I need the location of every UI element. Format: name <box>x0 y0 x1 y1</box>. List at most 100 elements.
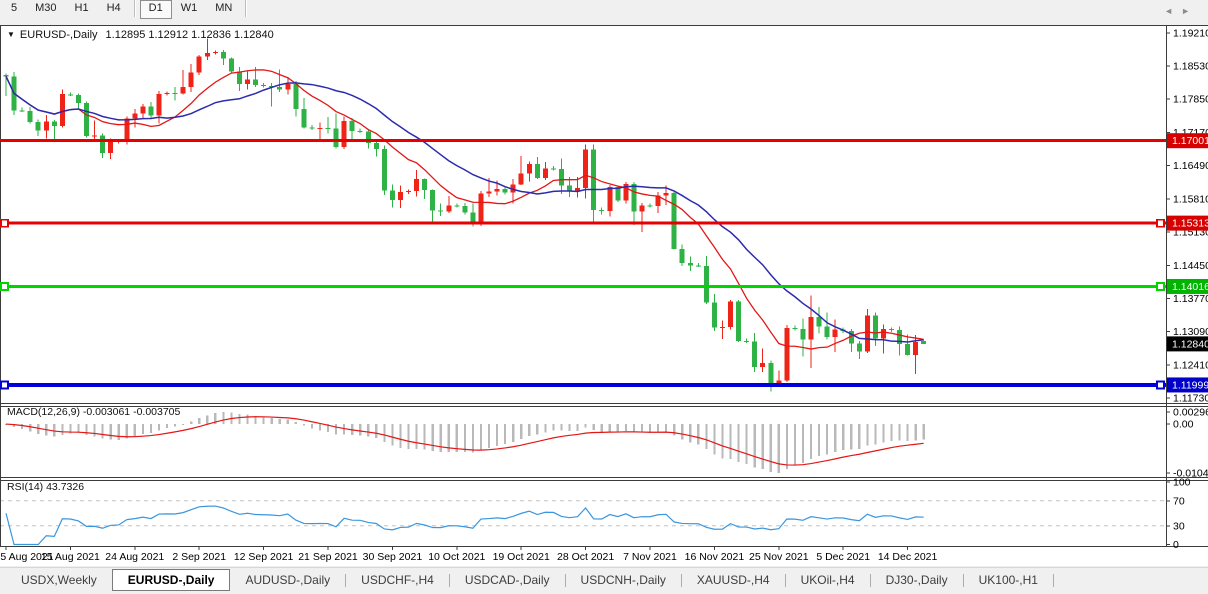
toolbar-separator <box>133 0 136 17</box>
tabs-scroll-arrows: ◄► <box>1164 6 1198 16</box>
chart-tab-ukoil-[interactable]: UKOil-,H4 <box>786 571 870 590</box>
candle-body <box>872 315 878 339</box>
candle-body <box>736 301 742 341</box>
timeframe-button-5[interactable]: 5 <box>2 0 26 17</box>
date-axis-label: 12 Sep 2021 <box>234 551 294 563</box>
price-axis-label: 1.14450 <box>1173 260 1208 272</box>
date-axis-label: 16 Nov 2021 <box>685 551 745 563</box>
candle-body <box>277 87 283 90</box>
price-axis-label: 1.13090 <box>1173 326 1208 338</box>
line-handle[interactable] <box>0 380 9 390</box>
candle-body <box>583 149 589 189</box>
candle-body <box>703 265 709 303</box>
candle-body <box>719 326 725 328</box>
chart-tab-usdcnh-[interactable]: USDCNH-,Daily <box>566 571 681 590</box>
candle-body <box>27 110 33 123</box>
price-level-badge-text: 1.14016 <box>1172 281 1208 293</box>
candle-body <box>792 327 798 329</box>
candle-body <box>784 327 790 381</box>
candle-body <box>542 168 548 178</box>
candle-body <box>591 149 597 211</box>
candle-body <box>526 164 532 174</box>
price-level-badge-text: 1.17001 <box>1172 135 1208 147</box>
candle-body <box>341 121 347 148</box>
candle-body <box>663 193 669 196</box>
price-axis-label: 1.11730 <box>1173 393 1208 405</box>
candle-body <box>212 51 218 53</box>
candle-body <box>67 94 73 96</box>
line-handle[interactable] <box>1156 282 1165 291</box>
candle-body <box>607 187 613 212</box>
candle-body <box>800 328 806 340</box>
candle-body <box>59 93 65 127</box>
candle-body <box>518 173 524 185</box>
timeframe-button-mn[interactable]: MN <box>206 0 241 17</box>
candle-body <box>446 205 452 212</box>
timeframe-button-m30[interactable]: M30 <box>26 0 65 17</box>
chart-tabs: USDX,Weekly EURUSD-,Daily AUDUSD-,Daily USD… <box>0 567 1208 594</box>
candle-body <box>913 341 919 356</box>
price-axis-label: 1.18530 <box>1173 61 1208 73</box>
candle-body <box>711 302 717 328</box>
chart-tab-usdx[interactable]: USDX,Weekly <box>6 571 112 590</box>
timeframe-toolbar: 5 M30 H1 H4 D1 W1 MN <box>0 0 1208 25</box>
candle-body <box>679 249 685 263</box>
line-handle[interactable] <box>1156 380 1165 390</box>
candle-body <box>880 329 886 339</box>
candle-body <box>245 79 250 85</box>
timeframe-button-d1[interactable]: D1 <box>139 0 172 19</box>
candle-body <box>108 142 114 153</box>
candle-body <box>132 113 138 119</box>
line-handle[interactable] <box>0 218 9 228</box>
candle-body <box>824 326 830 338</box>
price-level-badge-text: 1.11999 <box>1172 379 1208 391</box>
candle-body <box>261 85 267 87</box>
candle-body <box>19 110 25 112</box>
date-axis-label: 14 Dec 2021 <box>878 551 938 563</box>
candle-body <box>905 343 911 356</box>
candle-body <box>75 94 81 104</box>
candle-body <box>647 205 653 207</box>
chart-tab-eurusd-[interactable]: EURUSD-,Daily <box>111 569 231 591</box>
candle-body <box>832 329 838 338</box>
chart-tab-dj30-[interactable]: DJ30-,Daily <box>871 571 963 590</box>
toolbar-separator <box>245 0 248 17</box>
chart-canvas[interactable]: 1.192101.185301.178501.171701.164901.158… <box>0 25 1208 566</box>
candle-body <box>534 164 540 178</box>
candle-body <box>728 301 733 327</box>
candle-body <box>325 128 331 130</box>
price-level-badge-text: 1.15313 <box>1172 218 1208 230</box>
timeframe-button-w1[interactable]: W1 <box>172 0 207 17</box>
price-axis-label: 1.19210 <box>1173 27 1208 39</box>
candle-body <box>760 362 766 367</box>
price-axis-label: 1.12410 <box>1173 359 1208 371</box>
chart-tab-uk100-[interactable]: UK100-,H1 <box>964 571 1053 590</box>
candle-body <box>204 52 210 57</box>
rsi-axis-label: 30 <box>1173 520 1185 532</box>
chart-tab-audusd-[interactable]: AUDUSD-,Daily <box>230 571 345 590</box>
line-handle[interactable] <box>1156 218 1165 228</box>
chart-tab-usdchf-[interactable]: USDCHF-,H4 <box>346 571 449 590</box>
chart-tab-xauusd-[interactable]: XAUUSD-,H4 <box>682 571 785 590</box>
candle-body <box>51 121 57 127</box>
line-handle[interactable] <box>0 282 9 291</box>
tabs-scroll-left-icon[interactable]: ◄ <box>1164 6 1181 16</box>
candle-body <box>180 87 186 94</box>
candle-body <box>687 262 693 266</box>
date-axis-label: 24 Aug 2021 <box>105 551 164 563</box>
candle-body <box>389 190 395 200</box>
price-axis-label: 1.17850 <box>1173 94 1208 106</box>
candle-body <box>856 343 862 352</box>
tabs-scroll-right-icon[interactable]: ► <box>1181 6 1198 16</box>
price-axis-label: 1.15810 <box>1173 193 1208 205</box>
candle-body <box>140 106 146 114</box>
candle-body <box>615 187 621 201</box>
chart-tab-usdcad-[interactable]: USDCAD-,Daily <box>450 571 565 590</box>
timeframe-button-h1[interactable]: H1 <box>66 0 98 17</box>
chart-menu-icon[interactable]: ▼ <box>7 30 15 39</box>
chart-title: ▼ EURUSD-,Daily 1.12895 1.12912 1.12836 1.… <box>7 29 274 41</box>
timeframe-button-h4[interactable]: H4 <box>98 0 130 17</box>
candle-body <box>768 362 774 385</box>
tab-separator <box>1052 574 1054 587</box>
date-axis-label: 21 Sep 2021 <box>298 551 358 563</box>
